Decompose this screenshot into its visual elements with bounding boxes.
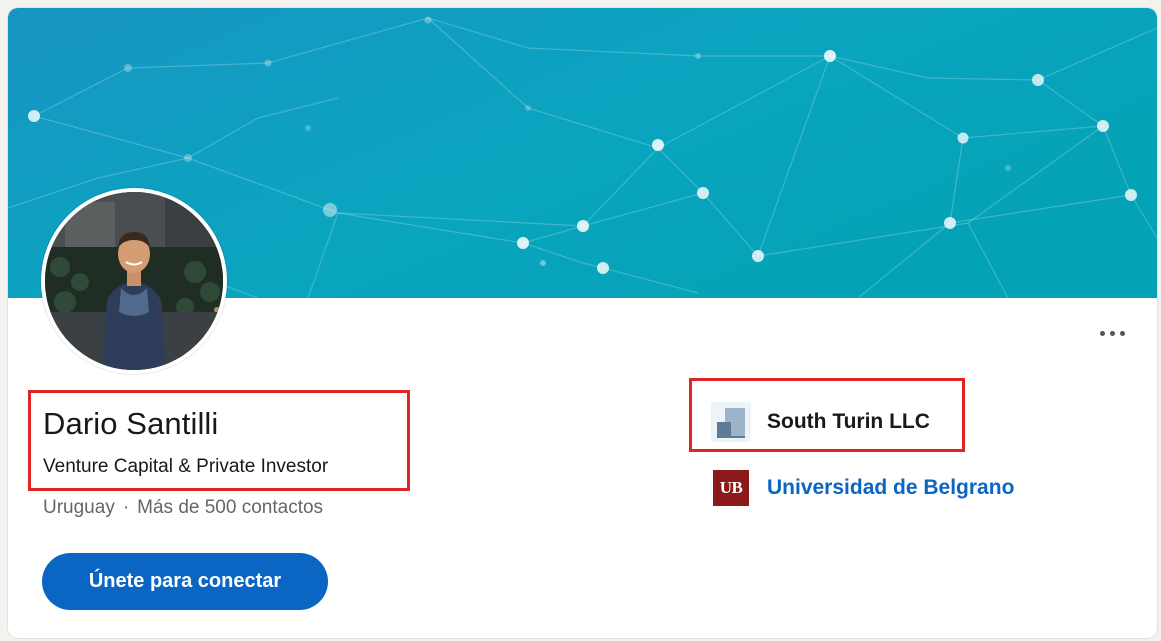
profile-photo (45, 192, 223, 370)
profile-headline: Venture Capital & Private Investor (43, 456, 329, 477)
more-horizontal-icon (1109, 330, 1115, 336)
more-options-button[interactable] (1090, 318, 1134, 348)
profile-card: Dario Santilli Venture Capital & Private… (8, 8, 1157, 638)
current-company-link[interactable]: South Turin LLC (711, 402, 930, 442)
company-building-icon (711, 402, 751, 442)
school-logo: UB (713, 470, 749, 506)
join-to-connect-button[interactable]: Únete para conectar (42, 553, 328, 610)
profile-meta: Uruguay · Más de 500 contactos (43, 497, 323, 519)
profile-location: Uruguay (43, 497, 115, 518)
company-name: South Turin LLC (767, 410, 930, 433)
profile-connections: Más de 500 contactos (137, 497, 324, 518)
profile-name: Dario Santilli (43, 406, 219, 441)
profile-avatar[interactable] (41, 188, 227, 374)
school-name: Universidad de Belgrano (767, 476, 1015, 499)
more-horizontal-icon (1099, 330, 1105, 336)
more-horizontal-icon (1119, 330, 1125, 336)
education-school-link[interactable]: UB Universidad de Belgrano (713, 470, 1014, 506)
meta-separator: · (122, 497, 130, 518)
